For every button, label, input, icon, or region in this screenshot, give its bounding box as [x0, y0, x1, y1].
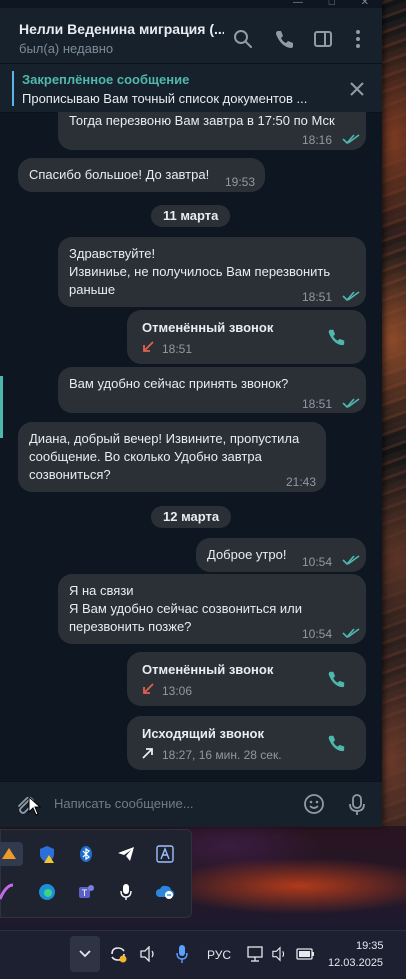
- search-icon[interactable]: [232, 28, 254, 50]
- double-check-icon: [342, 628, 360, 639]
- message-line: Здравствуйте!: [69, 246, 156, 261]
- message-time: 10:54: [302, 555, 333, 569]
- microphone-tray-icon[interactable]: [114, 880, 138, 904]
- missed-call-arrow-icon: [143, 341, 154, 352]
- system-tray-overflow: T: [0, 829, 192, 918]
- message-time: 18:51: [302, 290, 333, 304]
- phone-icon[interactable]: [273, 28, 295, 50]
- call-title: Отменённый звонок: [142, 662, 274, 677]
- message-outgoing[interactable]: Здравствуйте! Извиниье, не получилось Ва…: [58, 237, 366, 307]
- message-time: 21:43: [286, 475, 317, 489]
- minimize-button[interactable]: —: [293, 0, 303, 8]
- window-controls: — □ ✕: [280, 0, 382, 8]
- security-warning-icon[interactable]: [35, 842, 59, 866]
- chat-title[interactable]: Нелли Веденина миграция (...: [19, 21, 224, 37]
- message-time: 10:54: [302, 627, 333, 641]
- outgoing-call-arrow-icon: [142, 748, 153, 759]
- battery-icon[interactable]: [296, 947, 316, 961]
- double-check-icon: [342, 291, 360, 302]
- call-message-cancelled[interactable]: Отменённый звонок 18:51: [127, 310, 366, 364]
- chevron-down-icon: [79, 950, 91, 958]
- tray-app-icon[interactable]: [0, 880, 17, 904]
- message-outgoing[interactable]: Доброе утро! 10:54: [196, 538, 366, 572]
- double-check-icon: [342, 134, 360, 145]
- input-language[interactable]: РУС: [205, 944, 233, 966]
- bluetooth-icon[interactable]: [74, 842, 98, 866]
- double-check-icon: [342, 398, 360, 409]
- message-text: Спасибо большое! До завтра!: [29, 167, 210, 182]
- message-time: 19:53: [225, 175, 256, 189]
- call-title: Исходящий звонок: [142, 726, 265, 741]
- message-time: 18:16: [302, 133, 333, 147]
- sidebar-toggle-icon[interactable]: [312, 28, 334, 50]
- message-input[interactable]: Написать сообщение...: [54, 796, 194, 811]
- chat-status: был(а) недавно: [19, 41, 114, 56]
- pinned-text: Прописываю Вам точный список документов …: [22, 91, 308, 106]
- message-line: созвониться?: [29, 467, 111, 482]
- telegram-tray-icon[interactable]: [114, 842, 138, 866]
- message-line: сообщение. Во сколько Удобно завтра: [29, 449, 262, 464]
- double-check-icon: [342, 555, 360, 566]
- message-text: Доброе утро!: [207, 547, 287, 562]
- sync-icon[interactable]: [108, 944, 128, 964]
- network-icon[interactable]: [246, 944, 266, 964]
- message-outgoing[interactable]: Вам удобно сейчас принять звонок? 18:51: [58, 367, 366, 413]
- phone-icon[interactable]: [326, 733, 346, 753]
- teams-icon[interactable]: T: [74, 880, 98, 904]
- message-incoming[interactable]: Диана, добрый вечер! Извините, пропустил…: [18, 422, 326, 492]
- message-text: Тогда перезвоню Вам завтра в 17:50 по Мс…: [69, 113, 335, 128]
- message-line: Извиниье, не получилось Вам перезвонить: [69, 264, 331, 279]
- missed-call-arrow-icon: [143, 683, 154, 694]
- message-composer: Написать сообщение...: [0, 781, 382, 827]
- date-separator: 11 марта: [151, 205, 231, 227]
- call-message-cancelled[interactable]: Отменённый звонок 13:06: [127, 652, 366, 706]
- message-outgoing[interactable]: Я на связи Я Вам удобно сейчас созвонить…: [58, 574, 366, 644]
- tray-app-icon[interactable]: [0, 842, 23, 866]
- pinned-title: Закреплённое сообщение: [22, 72, 190, 87]
- call-time: 18:27, 16 мин. 28 сек.: [162, 748, 282, 762]
- clock-date[interactable]: 12.03.2025: [328, 957, 383, 969]
- phone-icon[interactable]: [326, 669, 346, 689]
- message-outgoing[interactable]: Тогда перезвоню Вам завтра в 17:50 по Мс…: [58, 112, 366, 150]
- emoji-icon[interactable]: [303, 793, 325, 815]
- date-separator: 12 марта: [151, 506, 232, 528]
- message-line: Диана, добрый вечер! Извините, пропустил…: [29, 431, 300, 446]
- call-message-outgoing[interactable]: Исходящий звонок 18:27, 16 мин. 28 сек.: [127, 716, 366, 770]
- message-line: перезвонить позже?: [69, 619, 192, 634]
- selection-indicator: [0, 376, 3, 438]
- telegram-window: — □ ✕ Нелли Веденина миграция (... был(а…: [0, 0, 382, 827]
- chat-header: Нелли Веденина миграция (... был(а) неда…: [0, 8, 382, 64]
- volume-icon[interactable]: [140, 946, 158, 962]
- show-hidden-icons-button[interactable]: [70, 936, 100, 972]
- message-line: Я Вам удобно сейчас созвониться или: [69, 601, 303, 616]
- call-time: 18:51: [162, 342, 193, 356]
- window-close-button[interactable]: ✕: [361, 0, 369, 8]
- message-text: Вам удобно сейчас принять звонок?: [69, 376, 289, 391]
- microphone-active-icon[interactable]: [175, 944, 189, 964]
- maximize-button[interactable]: □: [329, 0, 335, 8]
- keyboard-layout-icon[interactable]: [153, 842, 177, 866]
- message-time: 18:51: [302, 397, 333, 411]
- edge-icon[interactable]: [35, 880, 59, 904]
- cloud-sync-icon[interactable]: [153, 880, 177, 904]
- svg-text:T: T: [82, 888, 88, 898]
- message-incoming[interactable]: Спасибо большое! До завтра! 19:53: [18, 158, 265, 192]
- clock-time[interactable]: 19:35: [356, 940, 384, 952]
- microphone-icon[interactable]: [348, 793, 366, 817]
- more-vertical-icon[interactable]: [347, 28, 369, 50]
- close-icon[interactable]: [348, 80, 366, 98]
- pinned-accent-bar: [12, 71, 14, 106]
- taskbar: РУС 19:35 12.03.2025: [0, 930, 406, 979]
- call-title: Отменённый звонок: [142, 320, 274, 335]
- phone-icon[interactable]: [326, 327, 346, 347]
- speaker-icon[interactable]: [272, 946, 288, 962]
- call-time: 13:06: [162, 684, 193, 698]
- message-line: Я на связи: [69, 583, 134, 598]
- message-line: раньше: [69, 282, 116, 297]
- mouse-cursor-icon: [28, 796, 42, 816]
- pinned-message[interactable]: Закреплённое сообщение Прописываю Вам то…: [0, 64, 382, 113]
